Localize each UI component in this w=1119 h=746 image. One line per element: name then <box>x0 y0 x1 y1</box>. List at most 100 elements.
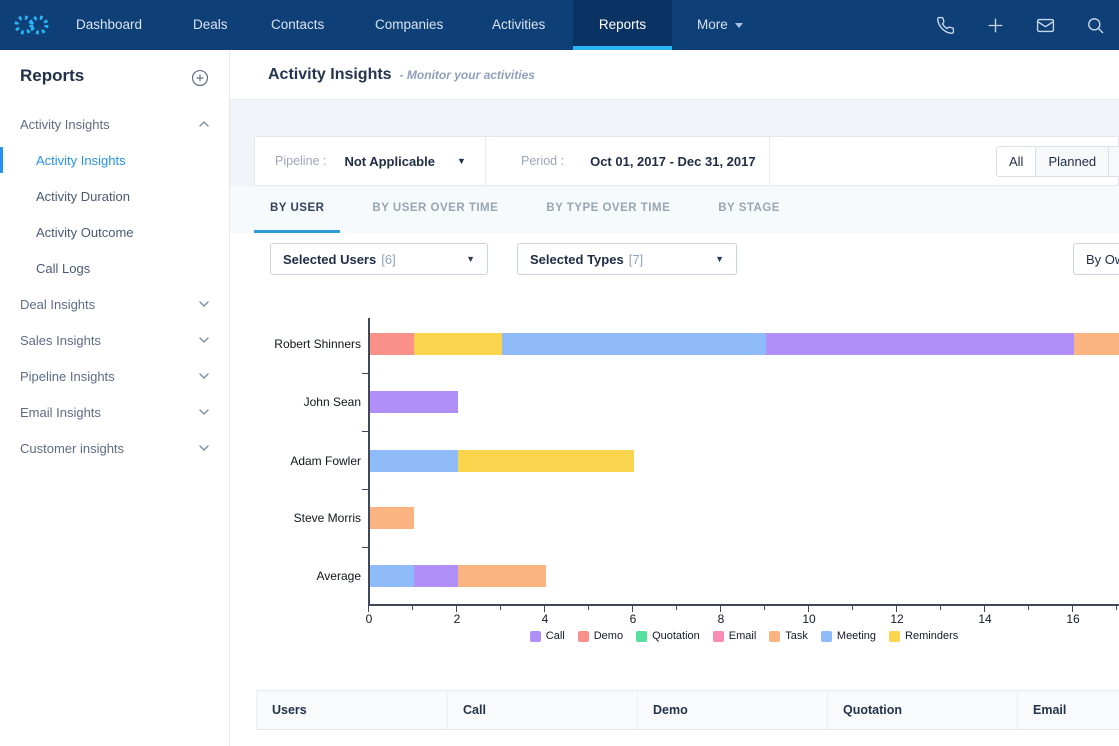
chart-bar-steve-morris <box>370 507 414 529</box>
legend-item-reminders: Reminders <box>889 630 958 642</box>
legend-item-task: Task <box>769 630 808 642</box>
nav-item-contacts[interactable]: Contacts <box>271 0 324 50</box>
legend-item-meeting: Meeting <box>821 630 876 642</box>
mail-icon[interactable] <box>1036 16 1055 35</box>
tab-by-user[interactable]: BY USER <box>254 186 340 233</box>
nav-item-reports[interactable]: Reports <box>573 0 672 50</box>
sidebar-section-activity-insights[interactable]: Activity Insights <box>0 106 229 142</box>
nav-item-label: Activities <box>492 17 545 32</box>
bar-segment-call <box>414 565 458 587</box>
nav-item-companies[interactable]: Companies <box>375 0 443 50</box>
bar-segment-task <box>370 507 414 529</box>
chart-legend: CallDemoQuotationEmailTaskMeetingReminde… <box>369 630 1119 642</box>
legend-swatch-meeting <box>821 631 832 642</box>
sidebar-item-activity-insights[interactable]: Activity Insights <box>0 142 229 178</box>
selected-users-label: Selected Users <box>283 252 376 267</box>
chevron-down-icon <box>199 409 209 415</box>
table-header-email: Email <box>1017 690 1119 730</box>
tab-by-user-over-time[interactable]: BY USER OVER TIME <box>356 186 514 233</box>
period-filter-value: Oct 01, 2017 - Dec 31, 2017 <box>590 154 756 169</box>
bar-segment-meeting <box>370 565 414 587</box>
by-owner-label: By Ow <box>1086 252 1119 267</box>
caret-down-icon: ▼ <box>457 156 466 166</box>
plus-icon[interactable] <box>986 16 1005 35</box>
brand-logo-icon[interactable] <box>13 13 53 42</box>
period-filter[interactable]: Period : Oct 01, 2017 - Dec 31, 2017 <box>521 137 756 185</box>
legend-swatch-call <box>530 631 541 642</box>
bar-segment-task <box>1074 333 1119 355</box>
y-axis-tick <box>362 373 368 374</box>
status-filter-all[interactable]: All <box>996 146 1036 177</box>
chevron-down-icon <box>199 445 209 451</box>
legend-label: Meeting <box>837 630 876 642</box>
legend-swatch-reminders <box>889 631 900 642</box>
legend-label: Demo <box>594 630 623 642</box>
x-axis-tick-label: 2 <box>437 612 477 626</box>
chevron-down-icon <box>199 301 209 307</box>
y-axis-tick <box>362 547 368 548</box>
x-axis-tick-label: 16 <box>1053 612 1093 626</box>
x-axis-tick-label: 14 <box>965 612 1005 626</box>
nav-item-deals[interactable]: Deals <box>193 0 228 50</box>
sidebar-section-deal-insights[interactable]: Deal Insights <box>0 286 229 322</box>
bar-segment-demo <box>370 333 414 355</box>
x-axis-minor-tick <box>852 606 853 610</box>
chart-x-axis <box>368 604 1119 606</box>
pipeline-filter-dropdown[interactable]: Pipeline : Not Applicable ▼ <box>275 137 466 185</box>
selected-types-count: [7] <box>629 252 643 267</box>
page-header: Activity Insights - Monitor your activit… <box>230 50 1119 100</box>
chevron-up-icon <box>199 121 209 127</box>
legend-item-quotation: Quotation <box>636 630 700 642</box>
x-axis-tick-label: 6 <box>613 612 653 626</box>
sidebar-section-email-insights[interactable]: Email Insights <box>0 394 229 430</box>
bar-segment-task <box>458 565 546 587</box>
nav-item-more[interactable]: More <box>697 0 743 50</box>
selected-users-dropdown[interactable]: Selected Users [6] ▼ <box>270 243 488 275</box>
search-icon[interactable] <box>1086 16 1105 35</box>
sidebar-section-pipeline-insights[interactable]: Pipeline Insights <box>0 358 229 394</box>
active-item-indicator <box>0 147 3 173</box>
page-subtitle: - Monitor your activities <box>400 68 535 82</box>
filter-bar: Pipeline : Not Applicable ▼ Period : Oct… <box>254 136 1119 186</box>
add-report-button[interactable] <box>191 69 209 87</box>
x-axis-tick <box>1072 606 1073 612</box>
x-axis-tick-label: 10 <box>789 612 829 626</box>
chevron-down-icon <box>199 373 209 379</box>
nav-item-dashboard[interactable]: Dashboard <box>76 0 142 50</box>
x-axis-minor-tick <box>412 606 413 610</box>
legend-label: Reminders <box>905 630 958 642</box>
x-axis-tick <box>368 606 369 612</box>
pipeline-filter-label: Pipeline : <box>275 154 326 168</box>
sidebar-section-customer-insights[interactable]: Customer insights <box>0 430 229 466</box>
sidebar-item-activity-duration[interactable]: Activity Duration <box>0 178 229 214</box>
chart-bar-john-sean <box>370 391 458 413</box>
selected-users-count: [6] <box>381 252 395 267</box>
x-axis-tick-label: 0 <box>349 612 389 626</box>
table-header-call: Call <box>447 690 637 730</box>
bar-segment-call <box>766 333 1074 355</box>
nav-item-activities[interactable]: Activities <box>492 0 545 50</box>
x-axis-tick <box>456 606 457 612</box>
x-axis-minor-tick <box>588 606 589 610</box>
legend-label: Quotation <box>652 630 700 642</box>
tab-by-stage[interactable]: BY STAGE <box>702 186 796 233</box>
x-axis-tick <box>896 606 897 612</box>
x-axis-tick <box>632 606 633 612</box>
legend-item-demo: Demo <box>578 630 623 642</box>
tab-by-type-over-time[interactable]: BY TYPE OVER TIME <box>530 186 686 233</box>
pipeline-filter-value: Not Applicable <box>344 154 435 169</box>
sidebar-section-sales-insights[interactable]: Sales Insights <box>0 322 229 358</box>
sidebar-item-call-logs[interactable]: Call Logs <box>0 250 229 286</box>
selected-types-dropdown[interactable]: Selected Types [7] ▼ <box>517 243 737 275</box>
sidebar-item-activity-outcome[interactable]: Activity Outcome <box>0 214 229 250</box>
bar-segment-reminders <box>414 333 502 355</box>
legend-swatch-demo <box>578 631 589 642</box>
phone-icon[interactable] <box>936 16 955 35</box>
bar-segment-meeting <box>370 450 458 472</box>
top-nav: Dashboard Deals Contacts Companies Activitie… <box>0 0 1119 50</box>
x-axis-tick-label: 8 <box>701 612 741 626</box>
chart-bar-robert-shinners <box>370 333 1119 355</box>
status-filter-co[interactable]: Co <box>1108 146 1119 177</box>
by-owner-dropdown[interactable]: By Ow <box>1073 243 1119 275</box>
status-filter-planned[interactable]: Planned <box>1035 146 1109 177</box>
